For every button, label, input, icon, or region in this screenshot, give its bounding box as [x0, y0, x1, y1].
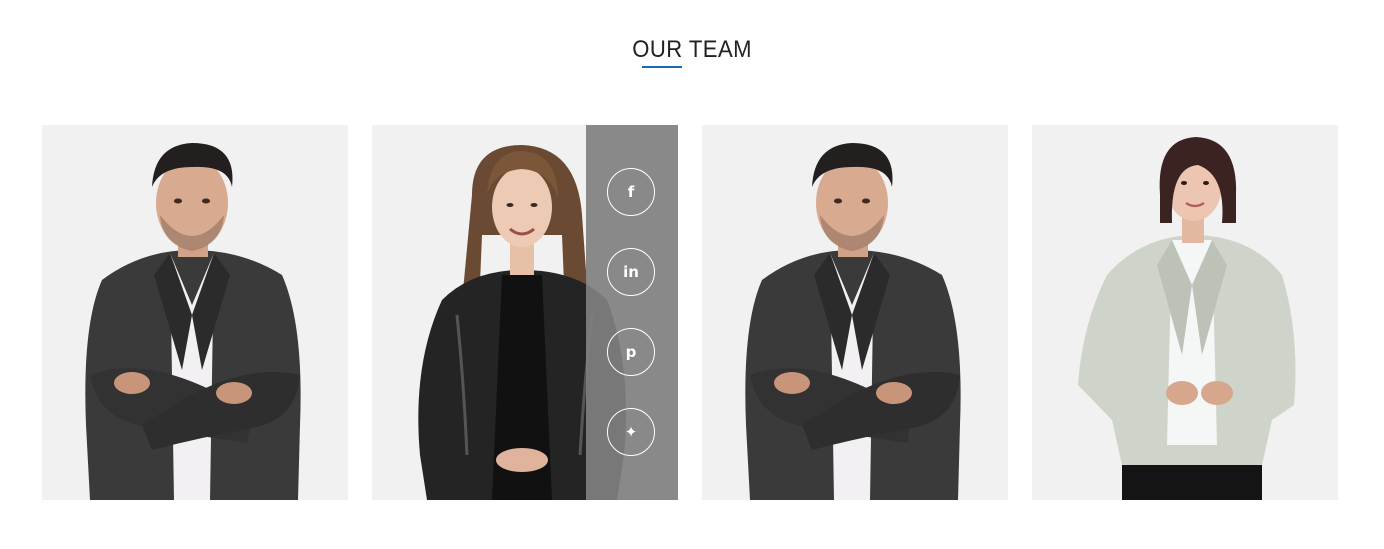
team-member-photo [85, 143, 301, 500]
section-title: OUR TEAM [632, 36, 752, 63]
team-card-1[interactable] [42, 125, 348, 500]
team-grid: f in p ✦ [42, 125, 1338, 500]
team-member-photo [745, 143, 961, 500]
team-card-2[interactable]: f in p ✦ [372, 125, 678, 500]
team-card-4[interactable] [1032, 125, 1338, 500]
linkedin-icon[interactable]: in [607, 248, 655, 296]
pinterest-icon[interactable]: p [607, 328, 655, 376]
team-member-photo [1078, 137, 1296, 500]
twitter-icon[interactable]: ✦ [607, 408, 655, 456]
social-links-panel: f in p ✦ [586, 125, 678, 500]
section-header: OUR TEAM [0, 36, 1384, 64]
facebook-icon[interactable]: f [607, 168, 655, 216]
team-card-3[interactable] [702, 125, 1008, 500]
title-underline [642, 66, 682, 68]
